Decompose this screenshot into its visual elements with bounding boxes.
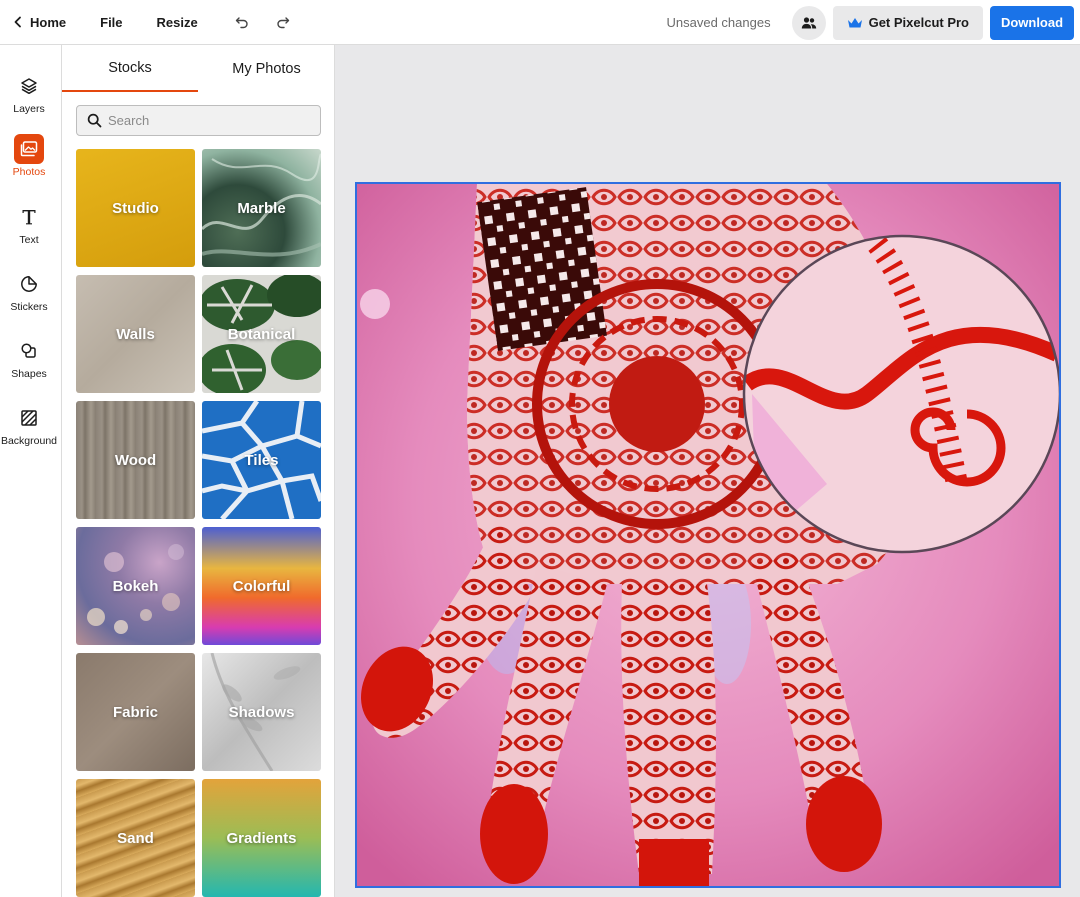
- crown-icon: [847, 17, 862, 27]
- rail-label-layers: Layers: [13, 103, 45, 115]
- toolbar-left-group: Home File Resize: [0, 0, 295, 44]
- layers-icon: [21, 78, 37, 95]
- tile-label: Wood: [114, 451, 157, 469]
- rail-label-stickers: Stickers: [10, 301, 48, 313]
- tile-tiles[interactable]: Tiles: [202, 401, 321, 519]
- tile-shadows[interactable]: Shadows: [202, 653, 321, 771]
- rail-icon-wrap: [14, 269, 44, 299]
- chevron-left-icon: [14, 16, 21, 28]
- photos-icon: [20, 141, 38, 157]
- tile-label: Colorful: [232, 577, 291, 595]
- rail-icon-wrap: [14, 134, 44, 164]
- tab-stocks[interactable]: Stocks: [62, 45, 198, 92]
- tile-label: Shadows: [228, 703, 295, 721]
- rail-icon-wrap: [14, 336, 44, 366]
- download-label: Download: [1000, 15, 1064, 30]
- resize-button[interactable]: Resize: [157, 0, 198, 44]
- resize-label: Resize: [156, 14, 198, 30]
- redo-button[interactable]: [271, 0, 295, 44]
- background-icon: [21, 410, 37, 426]
- rail-item-background[interactable]: Background: [0, 403, 58, 447]
- shapes-icon: [21, 343, 36, 358]
- tile-studio[interactable]: Studio: [76, 149, 195, 267]
- rail-label-shapes: Shapes: [11, 368, 47, 380]
- rail-item-layers[interactable]: Layers: [0, 71, 58, 115]
- tile-gradients[interactable]: Gradients: [202, 779, 321, 897]
- search-box: [76, 105, 321, 136]
- home-button[interactable]: Home: [12, 0, 66, 44]
- stickers-icon: [21, 276, 37, 292]
- get-pro-button[interactable]: Get Pixelcut Pro: [832, 5, 983, 40]
- tile-marble[interactable]: Marble: [202, 149, 321, 267]
- tile-fabric[interactable]: Fabric: [76, 653, 195, 771]
- canvas-area: [335, 45, 1080, 897]
- tile-label: Gradients: [226, 829, 297, 847]
- rail-icon-wrap: [14, 71, 44, 101]
- rail-label-photos: Photos: [12, 166, 46, 178]
- file-label: File: [100, 14, 123, 30]
- tile-label: Fabric: [112, 703, 158, 721]
- rail-label-text: Text: [19, 234, 39, 246]
- collaborators-button[interactable]: [791, 5, 826, 40]
- rail-item-stickers[interactable]: Stickers: [0, 269, 58, 313]
- tile-walls[interactable]: Walls: [76, 275, 195, 393]
- tile-label: Sand: [117, 829, 154, 847]
- undo-button[interactable]: [230, 0, 254, 44]
- rail-item-photos[interactable]: Photos: [0, 134, 58, 178]
- henna-hand-image: [357, 184, 1059, 886]
- home-label: Home: [30, 14, 67, 30]
- rail-item-shapes[interactable]: Shapes: [0, 336, 58, 380]
- photos-panel: Stocks My Photos Studio Marble Walls Bot…: [62, 45, 335, 897]
- tile-bokeh[interactable]: Bokeh: [76, 527, 195, 645]
- people-icon: [801, 16, 816, 28]
- file-menu-button[interactable]: File: [100, 0, 122, 44]
- tile-label: Studio: [112, 199, 159, 217]
- tile-colorful[interactable]: Colorful: [202, 527, 321, 645]
- redo-icon: [277, 17, 289, 29]
- download-button[interactable]: Download: [990, 5, 1074, 40]
- tile-wood[interactable]: Wood: [76, 401, 195, 519]
- rail-item-text[interactable]: Text: [0, 202, 58, 246]
- get-pro-label: Get Pixelcut Pro: [868, 15, 969, 30]
- tile-label: Bokeh: [112, 577, 159, 595]
- tile-label: Walls: [116, 325, 155, 343]
- tile-label: Marble: [237, 199, 286, 217]
- save-status-text: Unsaved changes: [666, 15, 771, 30]
- search-icon: [87, 113, 102, 128]
- tile-botanical[interactable]: Botanical: [202, 275, 321, 393]
- undo-icon: [235, 17, 248, 29]
- tool-rail: Layers Photos Text Stickers Shapes Backg…: [0, 45, 62, 897]
- tile-sand[interactable]: Sand: [76, 779, 195, 897]
- search-input[interactable]: [108, 113, 308, 128]
- top-toolbar: Home File Resize Unsaved changes Get Pix…: [0, 0, 1080, 45]
- artboard-selection[interactable]: [355, 182, 1061, 888]
- toolbar-right-group: Unsaved changes Get Pixelcut Pro Downloa…: [666, 0, 1074, 45]
- tile-label: Botanical: [227, 325, 296, 343]
- text-icon: [22, 210, 36, 225]
- tab-my-photos[interactable]: My Photos: [198, 45, 335, 92]
- rail-label-background: Background: [0, 435, 58, 447]
- panel-tabs: Stocks My Photos: [62, 45, 335, 92]
- rail-icon-wrap: [14, 403, 44, 433]
- rail-icon-wrap: [14, 202, 44, 232]
- tile-label: Tiles: [244, 451, 279, 469]
